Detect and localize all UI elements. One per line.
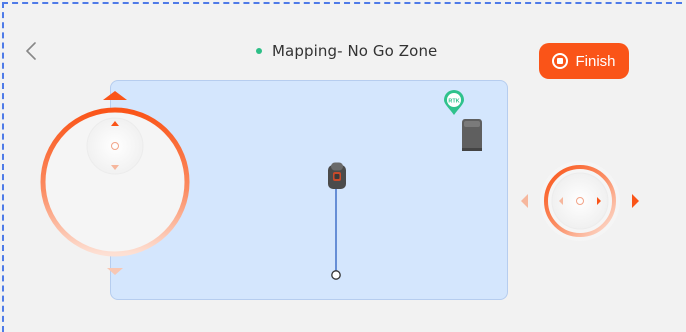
- joystick-down-arrow-icon[interactable]: [107, 268, 123, 275]
- chevron-left-icon: [26, 42, 36, 60]
- page-title: Mapping- No Go Zone: [256, 41, 437, 61]
- horizontal-joystick[interactable]: [518, 158, 642, 244]
- back-button[interactable]: [22, 40, 40, 62]
- finish-button[interactable]: Finish: [539, 43, 629, 79]
- path-start-node: [331, 270, 341, 280]
- vertical-joystick[interactable]: [35, 88, 195, 280]
- mower-icon: [328, 162, 346, 189]
- charging-station-icon: [462, 119, 482, 151]
- mapping-path: [331, 180, 341, 280]
- rtk-label: RTK: [448, 98, 459, 104]
- stop-icon: [552, 53, 569, 69]
- joystick-right-arrow-icon[interactable]: [632, 194, 639, 208]
- status-dot: [256, 48, 262, 54]
- joystick-left-arrow-icon[interactable]: [521, 194, 528, 208]
- rtk-pin-icon: RTK: [444, 90, 464, 115]
- page-title-text: Mapping- No Go Zone: [272, 42, 438, 60]
- finish-button-label: Finish: [575, 52, 616, 70]
- joystick-up-arrow-icon[interactable]: [103, 91, 127, 100]
